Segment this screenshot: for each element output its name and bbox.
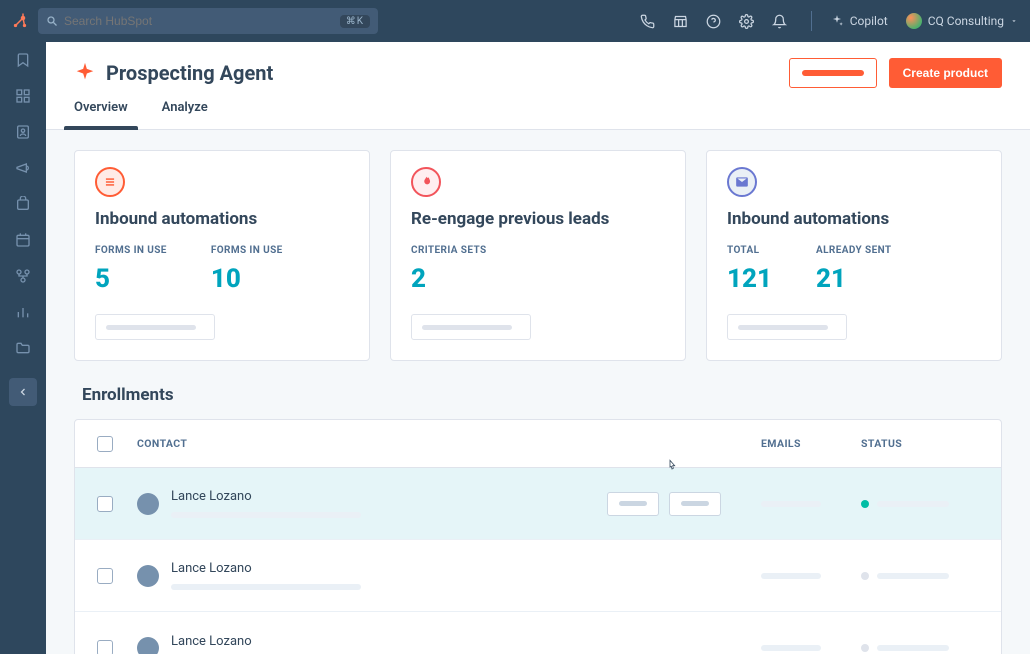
account-avatar-icon: [906, 13, 922, 29]
card-action-button[interactable]: [727, 314, 847, 340]
col-contact: CONTACT: [137, 437, 761, 450]
table-header: CONTACT EMAILS STATUS: [75, 420, 1001, 468]
tabs: Overview Analyze: [46, 88, 1030, 130]
status-dot-icon: [861, 572, 869, 580]
emails-value: [761, 573, 821, 579]
row-action-button[interactable]: [607, 492, 659, 516]
workflow-icon[interactable]: [15, 268, 31, 284]
stat-label: FORMS IN USE: [95, 245, 167, 256]
global-search[interactable]: ⌘K: [38, 8, 378, 34]
notifications-icon[interactable]: [772, 14, 787, 29]
search-input[interactable]: [64, 14, 340, 28]
contact-name[interactable]: Lance Lozano: [171, 634, 361, 649]
list-icon: [95, 167, 125, 197]
collapse-button[interactable]: [9, 378, 37, 406]
arrow-left-icon: [17, 386, 29, 398]
col-status: STATUS: [861, 437, 979, 450]
row-action-button[interactable]: [669, 492, 721, 516]
contact-name[interactable]: Lance Lozano: [171, 489, 361, 504]
search-icon: [46, 15, 58, 27]
tab-overview[interactable]: Overview: [74, 100, 128, 129]
chevron-down-icon: [1010, 17, 1018, 25]
avatar: [137, 493, 159, 515]
account-name: CQ Consulting: [928, 14, 1004, 28]
search-shortcut: ⌘K: [340, 15, 370, 28]
stat-value: 10: [211, 264, 283, 294]
settings-icon[interactable]: [739, 14, 754, 29]
tab-analyze[interactable]: Analyze: [162, 100, 208, 129]
contact-name[interactable]: Lance Lozano: [171, 561, 361, 576]
table-row[interactable]: Lance Lozano: [75, 612, 1001, 654]
nav-divider: [811, 11, 812, 31]
reports-icon[interactable]: [15, 304, 31, 320]
secondary-action-button[interactable]: [789, 58, 877, 88]
contact-subtext: [171, 512, 361, 518]
status-dot-icon: [861, 500, 869, 508]
select-all-checkbox[interactable]: [97, 436, 113, 452]
flame-icon: [411, 167, 441, 197]
card-inbound-mail: Inbound automations TOTAL 121 ALREADY SE…: [706, 150, 1002, 361]
sparkle-icon: [74, 62, 96, 84]
stat-value: 5: [95, 264, 167, 294]
left-rail: [0, 42, 46, 654]
copilot-label: Copilot: [850, 14, 888, 28]
help-icon[interactable]: [706, 14, 721, 29]
copilot-button[interactable]: Copilot: [830, 14, 888, 28]
hubspot-logo-icon[interactable]: [10, 11, 30, 31]
row-checkbox[interactable]: [97, 496, 113, 512]
card-title: Re-engage previous leads: [411, 209, 665, 229]
mail-icon: [727, 167, 757, 197]
megaphone-icon[interactable]: [15, 160, 31, 176]
card-inbound-automations: Inbound automations FORMS IN USE 5 FORMS…: [74, 150, 370, 361]
content-area: Inbound automations FORMS IN USE 5 FORMS…: [46, 130, 1030, 654]
contact-subtext: [171, 584, 361, 590]
top-nav-right: Copilot CQ Consulting: [640, 11, 1018, 31]
enrollments-table: CONTACT EMAILS STATUS Lance Lozano: [74, 419, 1002, 654]
contacts-icon[interactable]: [15, 124, 31, 140]
card-title: Inbound automations: [95, 209, 349, 229]
emails-value: [761, 501, 821, 507]
status-label: [877, 501, 949, 507]
stat-value: 21: [816, 264, 892, 294]
create-product-button[interactable]: Create product: [889, 58, 1002, 88]
status-dot-icon: [861, 644, 869, 652]
summary-cards-row: Inbound automations FORMS IN USE 5 FORMS…: [74, 150, 1002, 361]
status-label: [877, 645, 949, 651]
cart-icon[interactable]: [15, 196, 31, 212]
sparkle-icon: [830, 14, 844, 28]
page-title: Prospecting Agent: [106, 61, 273, 85]
stat-label: TOTAL: [727, 245, 772, 256]
card-reengage-leads: Re-engage previous leads CRITERIA SETS 2: [390, 150, 686, 361]
card-action-button[interactable]: [95, 314, 215, 340]
table-row[interactable]: Lance Lozano: [75, 540, 1001, 612]
status-label: [877, 573, 949, 579]
avatar: [137, 565, 159, 587]
emails-value: [761, 645, 821, 651]
bookmark-icon[interactable]: [15, 52, 31, 68]
stat-label: ALREADY SENT: [816, 245, 892, 256]
row-checkbox[interactable]: [97, 640, 113, 654]
card-action-button[interactable]: [411, 314, 531, 340]
row-checkbox[interactable]: [97, 568, 113, 584]
stat-label: FORMS IN USE: [211, 245, 283, 256]
col-emails: EMAILS: [761, 437, 861, 450]
table-row[interactable]: Lance Lozano: [75, 468, 1001, 540]
stat-value: 121: [727, 264, 772, 294]
avatar: [137, 637, 159, 654]
folder-icon[interactable]: [15, 340, 31, 356]
main-content: Prospecting Agent Create product Overvie…: [46, 42, 1030, 654]
grid-icon[interactable]: [15, 88, 31, 104]
stat-value: 2: [411, 264, 487, 294]
account-menu[interactable]: CQ Consulting: [906, 13, 1018, 29]
page-header: Prospecting Agent Create product: [46, 42, 1030, 88]
enrollments-title: Enrollments: [82, 385, 994, 405]
top-nav: ⌘K Copilot CQ Consulting: [0, 0, 1030, 42]
phone-icon[interactable]: [640, 14, 655, 29]
card-title: Inbound automations: [727, 209, 981, 229]
calendar-icon[interactable]: [15, 232, 31, 248]
stat-label: CRITERIA SETS: [411, 245, 487, 256]
marketplace-icon[interactable]: [673, 14, 688, 29]
